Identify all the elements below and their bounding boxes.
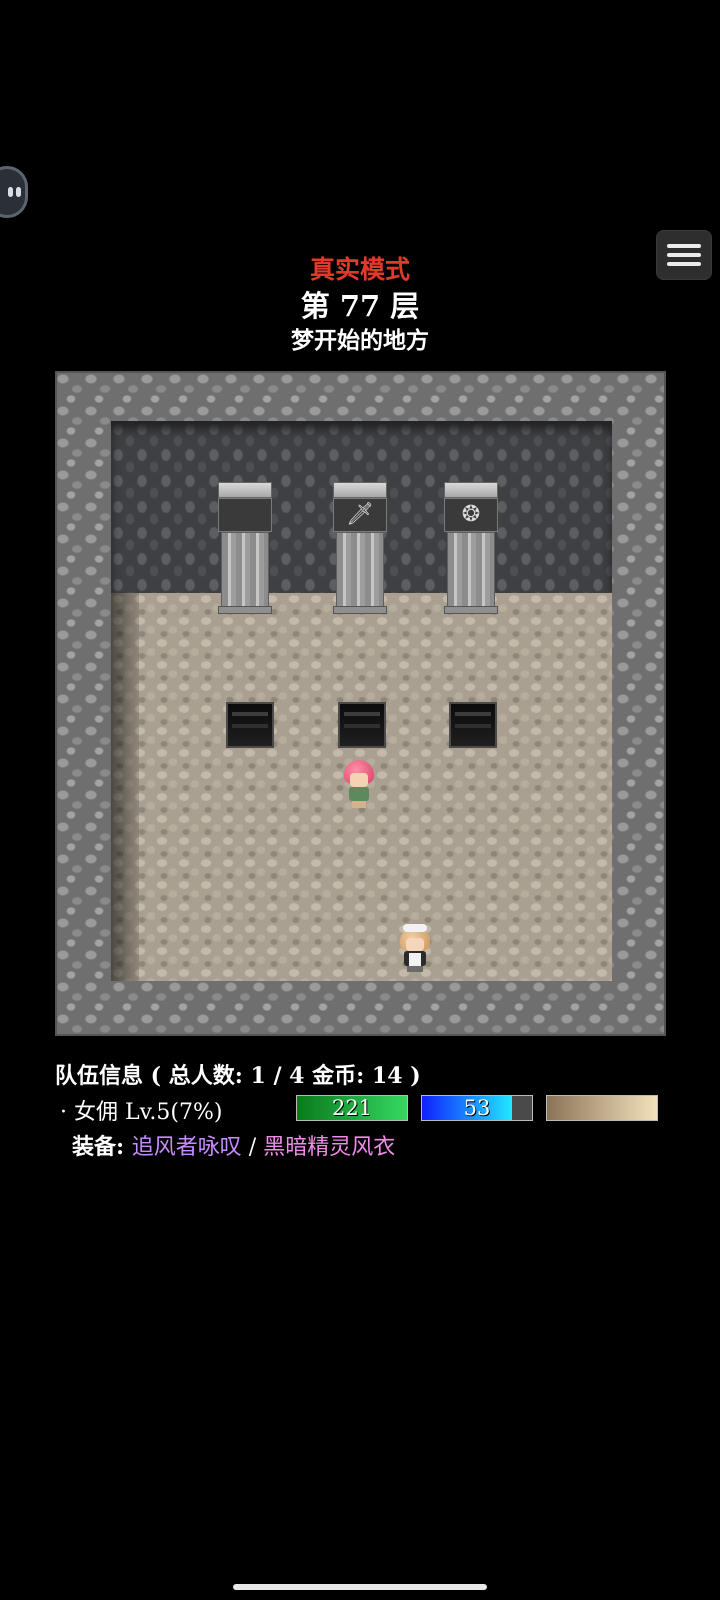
npc-legs [352,801,366,808]
stair-pit-right[interactable] [449,702,497,748]
stair-pit-left[interactable] [226,702,274,748]
bubble-eye-left [8,187,13,197]
pillar-shaft [221,532,269,608]
equipment-label: 装备: [72,1134,132,1160]
equipment-armor[interactable]: 黑暗精灵风衣 [263,1135,395,1160]
sword-icon: 🗡 [333,498,387,532]
stair-pit-middle[interactable] [338,702,386,748]
home-indicator[interactable] [233,1584,487,1590]
player-legs [407,966,423,972]
mp-value: 53 [463,1096,491,1120]
hp-value: 221 [331,1096,373,1120]
hp-bar: 221 [296,1095,408,1121]
mp-bar: 53 [421,1095,533,1121]
mode-title: 真实模式 [309,255,410,284]
npc-body [349,787,369,801]
floor-title: 第 77 层 [300,289,420,323]
pillar-base [333,606,387,614]
pillar-cap [218,482,272,498]
assistive-bubble-icon[interactable] [0,166,28,218]
player-cap [403,924,427,932]
game-screen: 真实模式 第 77 层 梦开始的地方 🗡 ❂ 队伍信息 (总人数: 1 / 4… [0,0,720,1600]
pillar-tablet [218,498,272,532]
pillar-base [444,606,498,614]
pillar-cap [333,482,387,498]
npc-face [350,773,368,787]
pillar-sword[interactable]: 🗡 [333,482,387,614]
xp-fill [547,1096,657,1120]
player-apron [409,953,421,966]
player-face [406,938,424,951]
equipment-weapon[interactable]: 追风者咏叹 [132,1135,242,1160]
pillar-cap [444,482,498,498]
player-maid[interactable] [397,924,433,972]
npc-pink-hair[interactable] [341,760,377,808]
pillar-shaft [447,532,495,608]
menu-line [667,244,701,248]
map-name: 梦开始的地方 [291,327,429,354]
party-info-title: 队伍信息 ( 总人数: 1 / 4 金币: 14 ) [55,1063,421,1089]
dungeon-map[interactable]: 🗡 ❂ [55,371,666,1036]
pillar-left[interactable] [218,482,272,614]
pillar-rune[interactable]: ❂ [444,482,498,614]
pillar-shaft [336,532,384,608]
pillar-base [218,606,272,614]
equipment-line: 装备: 追风者咏叹 / 黑暗精灵风衣 [72,1129,395,1161]
member-name-level[interactable]: · 女佣 Lv.5(7%) [60,1094,222,1126]
bubble-eye-right [16,187,21,197]
rune-circle-icon: ❂ [444,498,498,532]
xp-bar [546,1095,658,1121]
equipment-separator: / [241,1135,264,1160]
floor-shadow [111,593,139,981]
